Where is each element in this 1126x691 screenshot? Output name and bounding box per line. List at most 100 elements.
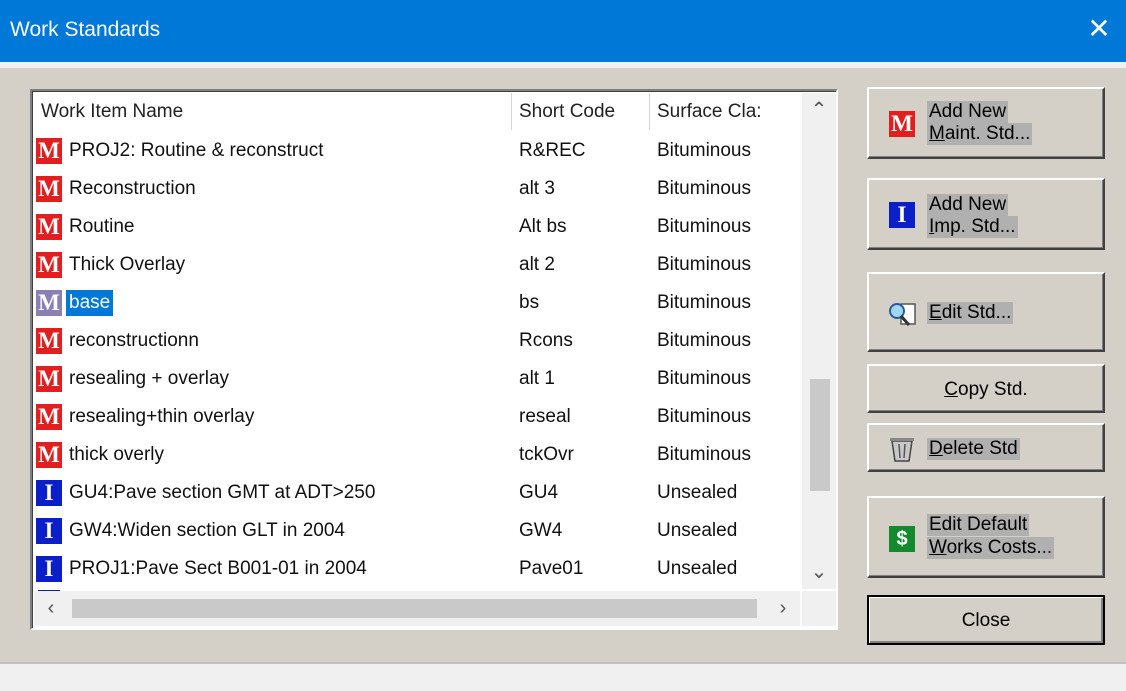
scroll-down-icon[interactable]: ⌄ [802, 555, 836, 589]
edit-default-works-costs-button[interactable]: $ Edit Default Works Costs... [867, 496, 1105, 578]
title-bar[interactable]: Work Standards ✕ [0, 0, 1126, 62]
close-button[interactable]: Close [867, 595, 1105, 645]
list-item[interactable]: M Routine Alt bs Bituminous [34, 208, 800, 246]
work-item-name: reconstructionn [69, 330, 199, 351]
surface-class: Unsealed [657, 558, 738, 579]
imp-icon: I [889, 202, 915, 228]
delete-std-label-rest: elete Std [942, 438, 1018, 459]
work-item-name: thick overly [69, 444, 165, 465]
copy-std-button[interactable]: Copy Std. [867, 364, 1105, 413]
edit-costs-accel: W [929, 537, 947, 558]
add-imp-std-button[interactable]: I Add New Imp. Std... [867, 178, 1105, 250]
status-bar [0, 662, 1126, 691]
surface-class: Bituminous [657, 368, 751, 389]
scroll-up-icon[interactable]: ⌃ [802, 93, 836, 127]
delete-std-label: Delete Std [927, 438, 1020, 460]
column-header-name[interactable]: Work Item Name [34, 93, 512, 130]
work-item-name: Thick Overlay [69, 254, 186, 275]
scroll-left-icon[interactable]: ‹ [34, 591, 68, 626]
list-item[interactable]: Mbase bs Bituminous [34, 284, 800, 322]
maintenance-icon: M [36, 366, 62, 392]
list-item[interactable]: M Thick Overlay alt 2 Bituminous [34, 246, 800, 284]
add-imp-line2-rest: mp. Std... [934, 216, 1016, 237]
scroll-right-icon[interactable]: › [766, 591, 800, 626]
list-header: Work Item Name Short Code Surface Cla: [34, 93, 800, 130]
add-maint-accel: M [929, 123, 945, 144]
maintenance-icon: M [36, 442, 62, 468]
dollar-icon: $ [889, 526, 915, 552]
improvement-icon: I [36, 480, 62, 506]
surface-class: Bituminous [657, 254, 751, 275]
work-standards-window: Work Standards ✕ Work Item Name Short Co… [0, 0, 1126, 691]
edit-costs-line2: Works Costs... [927, 537, 1055, 559]
magnify-icon [887, 300, 919, 328]
list-item[interactable]: Mthick overly tckOvr Bituminous [34, 436, 800, 474]
work-item-name: base [66, 290, 114, 316]
maint-icon: M [889, 111, 915, 137]
edit-std-accel: E [929, 302, 942, 323]
work-item-name: PROJ1:Pave Sect B001-01 in 2004 [69, 558, 367, 579]
delete-std-accel: D [929, 438, 943, 459]
list-item[interactable]: M PROJ2: Routine & reconstruct R&REC Bitumi… [34, 132, 800, 170]
surface-class: Bituminous [657, 140, 751, 161]
surface-class: Bituminous [657, 216, 751, 237]
list-item[interactable]: I GW4:Widen section GLT in 2004 GW4 Unseale… [34, 512, 800, 550]
dialog-body: Work Item Name Short Code Surface Cla: M… [5, 68, 1126, 662]
surface-class: Bituminous [657, 292, 751, 313]
short-code: GU4 [519, 482, 559, 503]
copy-std-label-rest: opy Std. [958, 379, 1028, 400]
horizontal-scrollbar[interactable]: ‹ › [34, 591, 800, 626]
copy-std-label: Copy Std. [869, 379, 1103, 401]
add-maint-line2: Maint. Std... [927, 123, 1033, 145]
list-item[interactable]: Mreconstructionn Rcons Bituminous [34, 322, 800, 360]
column-header-short-code[interactable]: Short Code [512, 93, 650, 130]
horizontal-scroll-thumb[interactable] [72, 599, 757, 618]
list-item[interactable]: I PROJ1:Pave Sect B001-01 in 2004 Pave01 Un… [34, 550, 800, 588]
short-code: alt 3 [519, 178, 555, 199]
list-item[interactable]: Mresealing + overlay alt 1 Bituminous [34, 360, 800, 398]
list-item[interactable]: I GU4:Pave section GMT at ADT>250 GU4 Unsea… [34, 474, 800, 512]
edit-costs-line1: Edit Default [927, 514, 1030, 536]
maintenance-icon: M [36, 214, 62, 240]
list-item[interactable]: Mresealing+thin overlay reseal Bituminous [34, 398, 800, 436]
surface-class: Bituminous [657, 444, 751, 465]
window-title: Work Standards [10, 18, 161, 41]
surface-class: Unsealed [657, 482, 738, 503]
edit-std-button[interactable]: Edit Std... [867, 272, 1105, 352]
edit-std-label-rest: dit Std... [941, 302, 1012, 323]
improvement-icon: I [36, 518, 62, 544]
copy-std-accel: C [944, 379, 958, 400]
add-imp-line2: Imp. Std... [927, 216, 1018, 238]
close-button-label: Close [961, 610, 1011, 631]
column-header-surface-class[interactable]: Surface Cla: [650, 93, 800, 130]
work-item-list[interactable]: Work Item Name Short Code Surface Cla: M… [30, 89, 838, 630]
add-maint-std-button[interactable]: M Add New Maint. Std... [867, 87, 1105, 159]
short-code: bs [519, 292, 540, 313]
maintenance-icon: M [36, 290, 62, 316]
list-item[interactable]: M Reconstruction alt 3 Bituminous [34, 170, 800, 208]
maintenance-icon: M [36, 404, 62, 430]
short-code: reseal [519, 406, 571, 427]
short-code: R&REC [519, 140, 586, 161]
short-code: alt 2 [519, 254, 555, 275]
maintenance-icon: M [36, 252, 62, 278]
delete-std-button[interactable]: Delete Std [867, 423, 1105, 472]
short-code: alt 1 [519, 368, 555, 389]
surface-class: Bituminous [657, 330, 751, 351]
vertical-scrollbar[interactable]: ⌃ ⌄ [802, 93, 836, 589]
edit-costs-line2-rest: orks Costs... [946, 537, 1053, 558]
work-item-name: GW4:Widen section GLT in 2004 [69, 520, 345, 541]
work-item-name: Reconstruction [69, 178, 196, 199]
add-imp-line1: Add New [927, 194, 1009, 216]
surface-class: Bituminous [657, 406, 751, 427]
short-code: Alt bs [519, 216, 567, 237]
add-maint-line1: Add New [927, 101, 1009, 123]
short-code: Rcons [519, 330, 573, 351]
improvement-icon: I [36, 556, 62, 582]
short-code: Pave01 [519, 558, 584, 579]
scrollbar-corner [802, 591, 836, 626]
close-icon[interactable]: ✕ [1082, 12, 1116, 46]
surface-class: Bituminous [657, 178, 751, 199]
vertical-scroll-thumb[interactable] [810, 379, 830, 491]
work-item-name: PROJ2: Routine & reconstruct [69, 140, 324, 161]
